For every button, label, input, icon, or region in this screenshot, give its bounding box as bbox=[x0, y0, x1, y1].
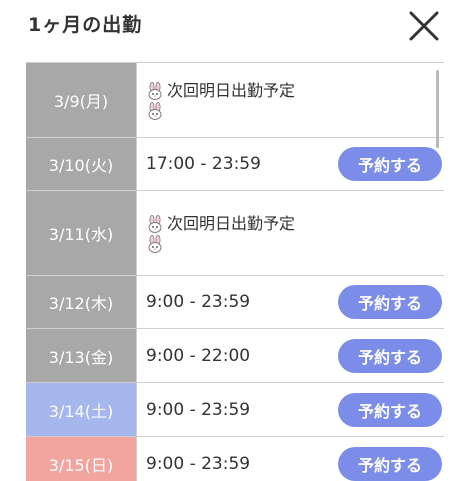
date-cell: 3/14(土) bbox=[26, 383, 137, 436]
schedule-row: 3/14(土) 9:00 - 23:59 予約する bbox=[26, 383, 444, 437]
date-cell: 3/9(月) bbox=[26, 63, 137, 137]
date-cell: 3/12(木) bbox=[26, 276, 137, 328]
schedule-row: 3/10(火) 17:00 - 23:59 予約する bbox=[26, 138, 444, 191]
schedule-table[interactable]: 3/9(月) 次回明日出勤予定 3/10(火) 17:00 - 23:59 予約… bbox=[26, 62, 444, 481]
schedule-content: 17:00 - 23:59 予約する bbox=[137, 138, 444, 190]
date-cell: 3/15(日) bbox=[26, 437, 137, 481]
date-cell: 3/10(火) bbox=[26, 138, 137, 190]
rabbit-icon bbox=[148, 82, 162, 100]
reserve-button[interactable]: 予約する bbox=[338, 147, 442, 181]
close-icon bbox=[409, 11, 439, 41]
schedule-row: 3/13(金) 9:00 - 22:00 予約する bbox=[26, 329, 444, 383]
working-hours: 17:00 - 23:59 bbox=[146, 154, 261, 174]
rabbit-icon bbox=[148, 235, 162, 253]
schedule-content: 9:00 - 22:00 予約する bbox=[137, 329, 444, 382]
date-cell: 3/13(金) bbox=[26, 329, 137, 382]
reserve-button[interactable]: 予約する bbox=[338, 446, 442, 481]
reserve-button[interactable]: 予約する bbox=[338, 285, 442, 319]
working-hours: 9:00 - 23:59 bbox=[146, 292, 251, 312]
schedule-content: 9:00 - 23:59 予約する bbox=[137, 383, 444, 436]
schedule-row: 3/15(日) 9:00 - 23:59 予約する bbox=[26, 437, 444, 481]
note-text: 次回明日出勤予定 bbox=[167, 81, 296, 100]
date-cell: 3/11(水) bbox=[26, 191, 137, 275]
schedule-row: 3/12(木) 9:00 - 23:59 予約する bbox=[26, 276, 444, 329]
schedule-row: 3/9(月) 次回明日出勤予定 bbox=[26, 63, 444, 138]
rabbit-icon bbox=[148, 102, 162, 120]
working-hours: 9:00 - 23:59 bbox=[146, 399, 251, 420]
schedule-content: 9:00 - 23:59 予約する bbox=[137, 437, 444, 481]
schedule-note: 次回明日出勤予定 bbox=[146, 80, 295, 120]
schedule-content: 9:00 - 23:59 予約する bbox=[137, 276, 444, 328]
schedule-content: 次回明日出勤予定 bbox=[137, 191, 444, 275]
scrollbar[interactable] bbox=[436, 70, 439, 148]
rabbit-icon bbox=[148, 215, 162, 233]
note-text: 次回明日出勤予定 bbox=[167, 214, 296, 233]
schedule-note: 次回明日出勤予定 bbox=[146, 213, 295, 253]
working-hours: 9:00 - 23:59 bbox=[146, 453, 251, 474]
working-hours: 9:00 - 22:00 bbox=[146, 345, 251, 366]
reserve-button[interactable]: 予約する bbox=[338, 338, 442, 373]
reserve-button[interactable]: 予約する bbox=[338, 392, 442, 427]
schedule-row: 3/11(水) 次回明日出勤予定 bbox=[26, 191, 444, 276]
close-button[interactable] bbox=[406, 8, 442, 44]
page-title: 1ヶ月の出勤 bbox=[28, 14, 143, 36]
schedule-content: 次回明日出勤予定 bbox=[137, 63, 444, 137]
modal-header: 1ヶ月の出勤 bbox=[0, 0, 465, 50]
